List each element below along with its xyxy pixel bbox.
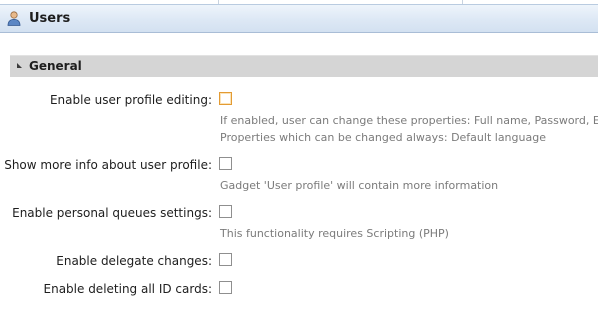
hint-text: Gadget 'User profile' will contain more …	[220, 179, 499, 192]
panel-titlebar: Users	[0, 4, 598, 33]
checkbox-user-profile-editing[interactable]	[219, 92, 232, 105]
section-title: General	[29, 59, 82, 73]
user-icon	[7, 11, 21, 26]
collapse-triangle-icon[interactable]	[17, 63, 22, 68]
checkbox-more-info-profile[interactable]	[219, 157, 232, 170]
users-settings-page: Users General Enable user profile editin…	[0, 0, 598, 311]
setting-label-user-profile-editing: Enable user profile editing:	[49, 93, 212, 107]
setting-label-more-info-profile: Show more info about user profile:	[4, 158, 212, 172]
checkbox-personal-queues[interactable]	[219, 205, 232, 218]
checkbox-delegate-changes[interactable]	[219, 253, 232, 266]
hint-text: Properties which can be changed always: …	[220, 131, 546, 144]
hint-text: If enabled, user can change these proper…	[220, 114, 598, 127]
hint-text: This functionality requires Scripting (P…	[220, 227, 449, 240]
setting-label-delegate-changes: Enable delegate changes:	[56, 254, 212, 268]
setting-label-delete-id-cards: Enable deleting all ID cards:	[43, 282, 213, 296]
setting-label-personal-queues: Enable personal queues settings:	[12, 206, 212, 220]
section-header-general[interactable]: General	[10, 55, 598, 77]
panel-title: Users	[29, 11, 71, 26]
checkbox-delete-id-cards[interactable]	[219, 281, 232, 294]
